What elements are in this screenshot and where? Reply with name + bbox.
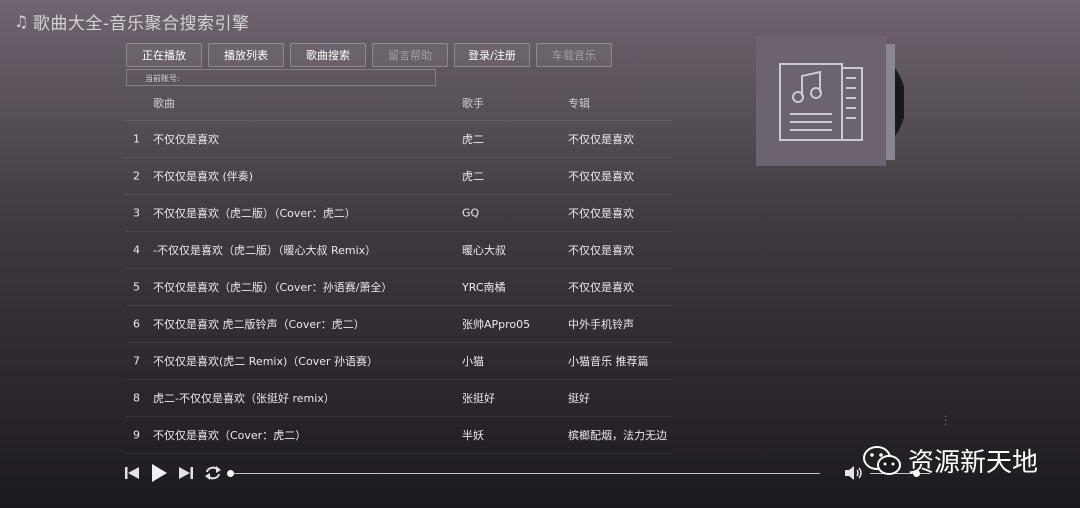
- account-label: 当前账号:: [145, 74, 180, 83]
- play-icon[interactable]: [150, 463, 168, 483]
- row-album: 槟榔配烟，法力无边: [568, 429, 667, 442]
- row-artist: GQ: [462, 206, 480, 220]
- row-artist: 张挺好: [462, 392, 495, 405]
- progress-track[interactable]: [231, 473, 820, 474]
- table-row[interactable]: 2 不仅仅是喜欢 (伴奏) 虎二 不仅仅是喜欢: [126, 158, 672, 195]
- table-row[interactable]: 5 不仅仅是喜欢（虎二版）（Cover：孙语赛/萧全） YRC南橘 不仅仅是喜欢: [126, 269, 672, 306]
- row-artist: 暖心大叔: [462, 244, 506, 257]
- watermark-text: 资源新天地: [908, 448, 1039, 478]
- row-album: 不仅仅是喜欢: [568, 281, 634, 294]
- prev-icon[interactable]: [124, 465, 140, 481]
- sleeve-edge: [886, 44, 895, 160]
- row-number: 8: [133, 391, 140, 405]
- row-song: 不仅仅是喜欢（虎二版）（Cover：孙语赛/萧全）: [153, 281, 393, 294]
- row-number: 9: [133, 428, 140, 442]
- row-song: 不仅仅是喜欢 虎二版铃声（Cover：虎二）: [153, 318, 365, 331]
- header-artist: 歌手: [462, 96, 484, 110]
- row-song: 虎二-不仅仅是喜欢（张挺好 remix）: [153, 392, 335, 405]
- progress-knob[interactable]: [227, 470, 234, 477]
- music-file-icon: [779, 63, 863, 141]
- row-song: 不仅仅是喜欢（Cover：虎二）: [153, 429, 307, 442]
- tab-help[interactable]: 留言帮助: [372, 43, 448, 67]
- row-artist: 小猫: [462, 355, 484, 368]
- table-row[interactable]: 1 不仅仅是喜欢 虎二 不仅仅是喜欢: [126, 121, 672, 158]
- table-row[interactable]: 6 不仅仅是喜欢 虎二版铃声（Cover：虎二） 张帅APpro05 中外手机铃声: [126, 306, 672, 343]
- row-number: 7: [133, 354, 140, 368]
- app-title: ♫ 歌曲大全-音乐聚合搜索引擎: [14, 9, 249, 34]
- row-number: 5: [133, 280, 140, 294]
- tab-playlist[interactable]: 播放列表: [208, 43, 284, 67]
- repeat-icon[interactable]: [204, 465, 222, 481]
- next-icon[interactable]: [178, 465, 194, 481]
- table-header: 歌曲 歌手 专辑: [126, 85, 672, 121]
- row-number: 1: [133, 132, 140, 146]
- song-table: 歌曲 歌手 专辑 1 不仅仅是喜欢 虎二 不仅仅是喜欢 2 不仅仅是喜欢 (伴奏) 虎二 不仅…: [126, 85, 672, 454]
- row-number: 6: [133, 317, 140, 331]
- player-controls: [124, 463, 222, 483]
- tab-login[interactable]: 登录/注册: [454, 43, 530, 67]
- row-album: 小猫音乐 推荐篇: [568, 355, 649, 368]
- row-number: 3: [133, 206, 140, 220]
- table-row[interactable]: 3 不仅仅是喜欢（虎二版）（Cover：虎二） GQ 不仅仅是喜欢: [126, 195, 672, 232]
- row-album: 挺好: [568, 392, 590, 405]
- row-album: 不仅仅是喜欢: [568, 207, 634, 220]
- volume-icon[interactable]: [844, 465, 864, 481]
- row-song: 不仅仅是喜欢(虎二 Remix)（Cover 孙语赛）: [153, 355, 378, 368]
- app-title-text: 歌曲大全-音乐聚合搜索引擎: [32, 14, 250, 34]
- row-album: 不仅仅是喜欢: [568, 170, 634, 183]
- table-row[interactable]: 4 -不仅仅是喜欢（虎二版）（暖心大叔 Remix） 暖心大叔 不仅仅是喜欢: [126, 232, 672, 269]
- tab-car-music[interactable]: 车载音乐: [536, 43, 612, 67]
- row-song: -不仅仅是喜欢（虎二版）（暖心大叔 Remix）: [153, 244, 377, 257]
- row-number: 2: [133, 169, 140, 183]
- header-album: 专辑: [568, 96, 590, 110]
- account-box: 当前账号:: [126, 69, 436, 86]
- tab-song-search[interactable]: 歌曲搜索: [290, 43, 366, 67]
- table-row[interactable]: 9 不仅仅是喜欢（Cover：虎二） 半妖 槟榔配烟，法力无边: [126, 417, 672, 454]
- table-row[interactable]: 7 不仅仅是喜欢(虎二 Remix)（Cover 孙语赛） 小猫 小猫音乐 推荐篇: [126, 343, 672, 380]
- row-artist: 虎二: [462, 170, 484, 183]
- row-artist: 张帅APpro05: [462, 318, 531, 331]
- wechat-icon: [863, 445, 901, 475]
- header-song: 歌曲: [153, 96, 175, 110]
- row-song: 不仅仅是喜欢: [153, 133, 219, 146]
- row-number: 4: [133, 243, 140, 257]
- row-artist: 虎二: [462, 133, 484, 146]
- table-row[interactable]: 8 虎二-不仅仅是喜欢（张挺好 remix） 张挺好 挺好: [126, 380, 672, 417]
- row-artist: 半妖: [462, 429, 484, 442]
- tab-now-playing[interactable]: 正在播放: [126, 43, 202, 67]
- row-song: 不仅仅是喜欢 (伴奏): [153, 170, 254, 183]
- music-note-icon: ♫: [14, 12, 29, 31]
- more-dots-icon[interactable]: · · ·: [944, 413, 947, 431]
- row-album: 不仅仅是喜欢: [568, 133, 634, 146]
- tab-bar: 正在播放 播放列表 歌曲搜索 留言帮助 登录/注册 车载音乐: [126, 43, 612, 67]
- row-album: 中外手机铃声: [568, 318, 634, 331]
- row-song: 不仅仅是喜欢（虎二版）（Cover：虎二）: [153, 207, 356, 220]
- watermark: 资源新天地: [862, 442, 1038, 479]
- row-artist: YRC南橘: [462, 281, 506, 294]
- row-album: 不仅仅是喜欢: [568, 244, 634, 257]
- album-cover: [756, 36, 886, 166]
